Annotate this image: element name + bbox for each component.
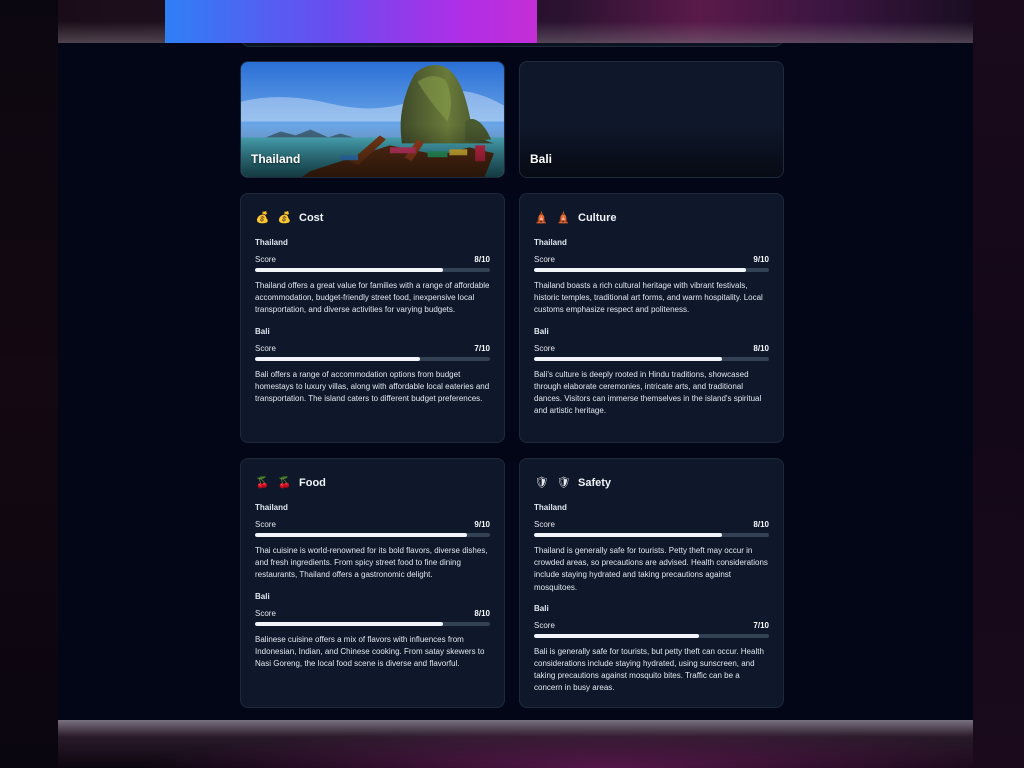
shield-icon: 🛡 [556, 477, 571, 489]
score-bar [255, 533, 490, 537]
country-name: Bali [534, 603, 549, 613]
score-value: 8/10 [474, 255, 490, 264]
category-card-food: 🍒 🍒 Food Thailand Score 9/10 Thai cuisin… [240, 458, 505, 708]
temple-icon: 🛕 [556, 212, 571, 224]
score-bar [534, 633, 769, 638]
category-header: 🛕 🛕 Culture [534, 210, 769, 226]
score-bar [534, 533, 769, 537]
country-name: Thailand [255, 503, 288, 512]
score-row: Score 9/10 [534, 255, 769, 264]
score-row: Score 8/10 [255, 609, 490, 618]
score-value: 9/10 [753, 255, 769, 264]
destination-name: Thailand [251, 152, 301, 166]
score-value: 7/10 [753, 620, 769, 630]
score-label: Score [255, 343, 276, 353]
score-value: 8/10 [753, 343, 769, 353]
country-block-thailand: Thailand Score 8/10 Thailand offers a gr… [255, 238, 490, 317]
hero-gradient-banner [165, 0, 537, 43]
country-name: Thailand [534, 238, 567, 247]
category-title: Food [299, 477, 326, 489]
score-bar [534, 356, 769, 361]
score-label: Score [534, 520, 555, 529]
category-card-culture: 🛕 🛕 Culture Thailand Score 9/10 Thailand… [519, 193, 784, 443]
country-name: Thailand [255, 238, 288, 247]
score-row: Score 7/10 [255, 344, 490, 353]
category-header: 🍒 🍒 Food [255, 475, 490, 491]
score-row: Score 8/10 [255, 255, 490, 264]
destination-name: Bali [530, 152, 553, 166]
score-label: Score [534, 255, 555, 264]
shield-icon: 🛡 [534, 477, 549, 489]
comparison-page[interactable]: Thailand Bali 💰 💰 Cost Thailand Score 8/… [58, 43, 973, 720]
score-bar [255, 268, 490, 272]
destination-card-bali[interactable]: Bali [519, 61, 784, 178]
country-name: Bali [255, 326, 270, 336]
country-description: Balinese cuisine offers a mix of flavors… [255, 634, 485, 669]
previous-card-edge [240, 43, 784, 47]
category-header: 💰 💰 Cost [255, 210, 490, 226]
country-name: Thailand [534, 503, 567, 512]
country-description: Thailand is generally safe for tourists.… [534, 546, 768, 592]
backdrop-right [973, 0, 1024, 768]
bottom-footer-strip [58, 720, 973, 768]
score-bar-fill [534, 533, 722, 537]
score-row: Score 9/10 [255, 520, 490, 529]
score-bar-fill [255, 533, 467, 537]
category-card-cost: 💰 💰 Cost Thailand Score 8/10 Thailand of… [240, 193, 505, 443]
money-bag-icon: 💰 [277, 212, 292, 224]
backdrop-left [0, 0, 58, 768]
score-row: Score 8/10 [534, 344, 769, 353]
country-block-bali: Bali Score 7/10 Bali offers a range of a… [255, 327, 490, 406]
score-bar-fill [255, 268, 443, 272]
score-bar-fill [534, 356, 722, 361]
score-value: 8/10 [753, 520, 769, 529]
country-description: Bali's culture is deeply rooted in Hindu… [534, 369, 762, 416]
score-value: 9/10 [474, 520, 490, 529]
cherries-icon: 🍒 [277, 477, 292, 489]
country-description: Thailand boasts a rich cultural heritage… [534, 281, 763, 315]
photo-overlay [520, 62, 783, 177]
score-label: Score [534, 343, 555, 353]
score-label: Score [255, 520, 276, 529]
score-label: Score [255, 255, 276, 264]
score-bar-fill [255, 621, 443, 626]
country-description: Bali offers a range of accommodation opt… [255, 369, 490, 404]
destination-card-thailand[interactable]: Thailand [240, 61, 505, 178]
temple-icon: 🛕 [534, 212, 549, 224]
country-description: Thai cuisine is world-renowned for its b… [255, 546, 488, 580]
country-block-bali: Bali Score 8/10 Bali's culture is deeply… [534, 327, 769, 418]
country-block-bali: Bali Score 7/10 Bali is generally safe f… [534, 604, 769, 695]
country-name: Bali [534, 326, 549, 336]
country-block-thailand: Thailand Score 9/10 Thailand boasts a ri… [534, 238, 769, 317]
category-title: Safety [578, 477, 612, 489]
score-bar-fill [255, 356, 420, 361]
score-label: Score [255, 608, 276, 618]
country-description: Bali is generally safe for tourists, but… [534, 646, 764, 693]
country-block-thailand: Thailand Score 8/10 Thailand is generall… [534, 503, 769, 594]
score-bar [255, 621, 490, 626]
country-description: Thailand offers a great value for famili… [255, 281, 490, 315]
money-bag-icon: 💰 [255, 212, 270, 224]
score-bar-fill [534, 268, 746, 272]
country-name: Bali [255, 591, 270, 601]
category-card-safety: 🛡 🛡 Safety Thailand Score 8/10 Thailand … [519, 458, 784, 708]
score-bar-fill [534, 633, 699, 638]
score-row: Score 7/10 [534, 621, 769, 630]
score-value: 8/10 [474, 608, 490, 618]
country-block-bali: Bali Score 8/10 Balinese cuisine offers … [255, 592, 490, 671]
country-block-thailand: Thailand Score 9/10 Thai cuisine is worl… [255, 503, 490, 582]
category-title: Culture [578, 212, 617, 224]
category-header: 🛡 🛡 Safety [534, 475, 769, 491]
category-title: Cost [299, 212, 324, 224]
score-value: 7/10 [474, 343, 490, 353]
score-row: Score 8/10 [534, 520, 769, 529]
cherries-icon: 🍒 [255, 477, 270, 489]
score-bar [255, 356, 490, 361]
score-label: Score [534, 620, 555, 630]
score-bar [534, 268, 769, 272]
